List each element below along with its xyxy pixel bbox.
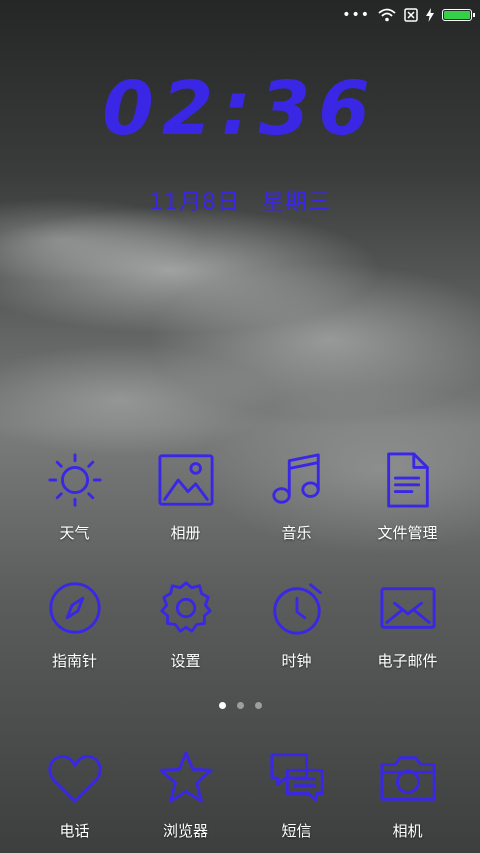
- app-label: 相机: [392, 822, 423, 840]
- wifi-icon: [378, 8, 396, 22]
- sun-icon: [45, 450, 105, 510]
- no-sim-icon: [404, 8, 418, 22]
- lockscreen-clock: 02:36: [102, 66, 378, 152]
- app-label: 指南针: [51, 652, 97, 670]
- page-dot-3[interactable]: [254, 702, 262, 709]
- page-indicator: [0, 702, 480, 709]
- app-file-manager[interactable]: 文件管理: [352, 450, 463, 543]
- battery-icon: [442, 9, 475, 21]
- document-icon: [378, 450, 438, 510]
- app-label: 电话: [59, 822, 90, 840]
- stopwatch-icon: [267, 578, 327, 638]
- music-note-icon: [267, 450, 327, 510]
- app-gallery[interactable]: 相册: [130, 450, 241, 543]
- app-label: 浏览器: [162, 822, 208, 840]
- app-label: 短信: [281, 822, 312, 840]
- app-label: 音乐: [281, 524, 312, 542]
- app-grid-row-2: 指南针 设置 时钟 电子邮件: [19, 578, 463, 671]
- battery-fill: [444, 11, 470, 19]
- app-label: 电子邮件: [377, 652, 438, 670]
- app-label: 相册: [170, 524, 201, 542]
- page-dot-1[interactable]: [218, 702, 226, 709]
- lockscreen-date: 11月8日 星期三: [0, 184, 480, 216]
- app-phone[interactable]: 电话: [19, 748, 130, 841]
- app-label: 设置: [170, 652, 201, 670]
- camera-icon: [378, 748, 438, 808]
- compass-icon: [45, 578, 105, 638]
- app-messages[interactable]: 短信: [241, 748, 352, 841]
- gallery-icon: [156, 450, 216, 510]
- star-icon: [156, 748, 216, 808]
- app-email[interactable]: 电子邮件: [352, 578, 463, 671]
- app-compass[interactable]: 指南针: [19, 578, 130, 671]
- more-dots-icon: •••: [342, 7, 370, 23]
- status-bar: •••: [0, 0, 480, 30]
- app-label: 天气: [59, 524, 90, 542]
- charging-icon: [426, 8, 434, 22]
- app-clock[interactable]: 时钟: [241, 578, 352, 671]
- app-weather[interactable]: 天气: [19, 450, 130, 543]
- app-browser[interactable]: 浏览器: [130, 748, 241, 841]
- app-settings[interactable]: 设置: [130, 578, 241, 671]
- gear-icon: [156, 578, 216, 638]
- app-label: 文件管理: [377, 524, 438, 542]
- heart-icon: [45, 748, 105, 808]
- date-weekday: 星期三: [261, 190, 331, 215]
- app-label: 时钟: [281, 652, 312, 670]
- app-music[interactable]: 音乐: [241, 450, 352, 543]
- dock: 电话 浏览器 短信 相机: [19, 748, 463, 841]
- chat-bubbles-icon: [267, 748, 327, 808]
- app-grid-row-1: 天气 相册 音乐 文件管理: [19, 450, 463, 543]
- page-dot-2[interactable]: [236, 702, 244, 709]
- app-camera[interactable]: 相机: [352, 748, 463, 841]
- envelope-icon: [378, 578, 438, 638]
- date-day: 11月8日: [148, 190, 240, 215]
